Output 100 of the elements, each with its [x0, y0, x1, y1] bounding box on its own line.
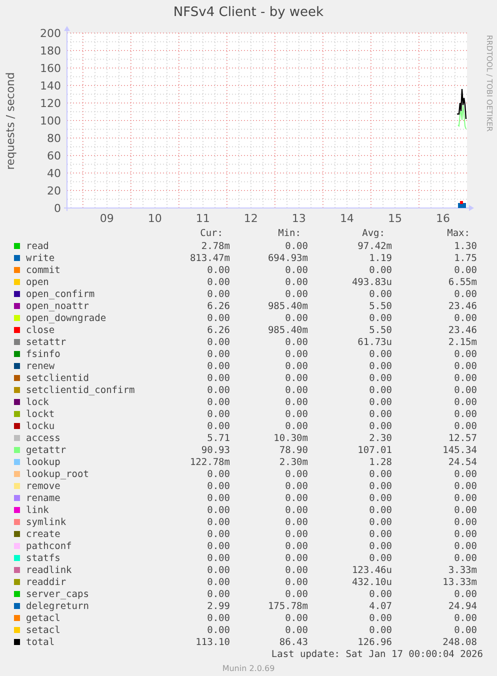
min-value: 78.90	[278, 444, 308, 456]
min-value: 0.00	[284, 420, 308, 432]
avg-value: 61.73u	[356, 336, 392, 348]
max-value: 0.00	[453, 396, 477, 408]
series-name: symlink	[25, 516, 68, 528]
min-value: 0.00	[284, 516, 308, 528]
series-name: readlink	[25, 564, 73, 576]
min-value: 0.00	[284, 576, 308, 588]
min-value: 0.00	[284, 408, 308, 420]
max-value: 0.00	[453, 372, 477, 384]
min-value: 0.00	[284, 360, 308, 372]
min-value: 0.00	[284, 480, 308, 492]
y-tick-label: 120	[40, 97, 61, 110]
max-value: 6.55m	[447, 276, 477, 288]
max-value: 23.46	[447, 324, 477, 336]
y-tick-label: 100	[40, 114, 61, 128]
min-value: 0.00	[284, 468, 308, 480]
x-tick-label: 13	[292, 212, 306, 225]
series-name: lockt	[25, 408, 56, 420]
cur-value: 0.00	[206, 540, 230, 552]
avg-value: 0.00	[368, 360, 392, 372]
avg-value: 0.00	[368, 504, 392, 516]
min-value: 0.00	[284, 624, 308, 636]
series-name: setacl	[25, 624, 62, 636]
x-tick-label: 16	[436, 212, 450, 225]
series-name: lookup_root	[25, 468, 90, 480]
min-value: 0.00	[284, 384, 308, 396]
avg-value: 107.01	[356, 444, 392, 456]
cur-value: 0.00	[206, 612, 230, 624]
series-name: remove	[25, 480, 62, 492]
max-value: 24.94	[447, 600, 477, 612]
avg-value: 0.00	[368, 492, 392, 504]
cur-value: 5.71	[206, 432, 230, 444]
cur-value: 0.00	[206, 396, 230, 408]
y-tick-label: 20	[47, 184, 61, 198]
series-name: create	[25, 528, 62, 540]
cur-value: 0.00	[206, 420, 230, 432]
series-name: open	[25, 276, 50, 288]
avg-value: 126.96	[356, 636, 392, 648]
cur-value: 0.00	[206, 624, 230, 636]
avg-value: 0.00	[368, 624, 392, 636]
cur-value: 0.00	[206, 348, 230, 360]
max-value: 0.00	[453, 612, 477, 624]
cur-value: 0.00	[206, 504, 230, 516]
avg-value: 0.00	[368, 372, 392, 384]
series-name: close	[25, 324, 56, 336]
cur-value: 6.26	[206, 300, 230, 312]
max-value: 0.00	[453, 420, 477, 432]
max-value: 0.00	[453, 588, 477, 600]
min-value: 0.00	[284, 240, 308, 252]
cur-value: 0.00	[206, 528, 230, 540]
min-value: 0.00	[284, 336, 308, 348]
series-name: fsinfo	[25, 348, 62, 360]
avg-value: 0.00	[368, 288, 392, 300]
max-value: 0.00	[453, 624, 477, 636]
max-value: 0.00	[453, 492, 477, 504]
cur-value: 0.00	[206, 312, 230, 324]
min-value: 0.00	[284, 276, 308, 288]
series-name: link	[25, 504, 50, 516]
cur-value: 0.00	[206, 516, 230, 528]
min-value: 0.00	[284, 396, 308, 408]
x-tick-label: 14	[340, 212, 354, 225]
cur-value: 113.10	[194, 636, 230, 648]
min-value: 0.00	[284, 528, 308, 540]
cur-value: 0.00	[206, 468, 230, 480]
max-value: 0.00	[453, 408, 477, 420]
avg-value: 0.00	[368, 420, 392, 432]
series-name: getacl	[25, 612, 62, 624]
max-value: 3.33m	[447, 564, 477, 576]
min-value: 0.00	[284, 312, 308, 324]
version-footer: Munin 2.0.69	[222, 664, 275, 673]
max-value: 0.00	[453, 516, 477, 528]
y-tick-label: 80	[47, 132, 61, 145]
series-name: statfs	[25, 552, 62, 564]
min-value: 175.78m	[266, 600, 308, 612]
min-value: 0.00	[284, 288, 308, 300]
cur-value: 0.00	[206, 480, 230, 492]
y-tick-label: 60	[47, 150, 61, 162]
max-value: 0.00	[453, 504, 477, 516]
cur-value: 2.78m	[200, 240, 230, 252]
avg-value: 0.00	[368, 516, 392, 528]
cur-value: 0.00	[206, 588, 230, 600]
avg-value: 0.00	[368, 540, 392, 552]
series-name: lookup	[25, 456, 62, 468]
cur-value: 0.00	[206, 384, 230, 396]
series-name: setclientid	[25, 372, 90, 384]
x-tick-label: 10	[148, 212, 162, 225]
cur-value: 0.00	[206, 360, 230, 372]
x-tick-label: 15	[388, 212, 402, 225]
min-value: 86.43	[278, 636, 308, 648]
min-value: 10.30m	[272, 432, 308, 444]
series-name: commit	[25, 264, 62, 276]
avg-value: 0.00	[368, 264, 392, 276]
chart-title: NFSv4 Client - by week	[173, 4, 324, 22]
max-value: 0.00	[453, 552, 477, 564]
max-value: 0.00	[453, 480, 477, 492]
avg-value: 0.00	[368, 552, 392, 564]
avg-value: 1.19	[368, 252, 392, 264]
cur-value: 6.26	[206, 324, 230, 336]
max-value: 0.00	[453, 528, 477, 540]
